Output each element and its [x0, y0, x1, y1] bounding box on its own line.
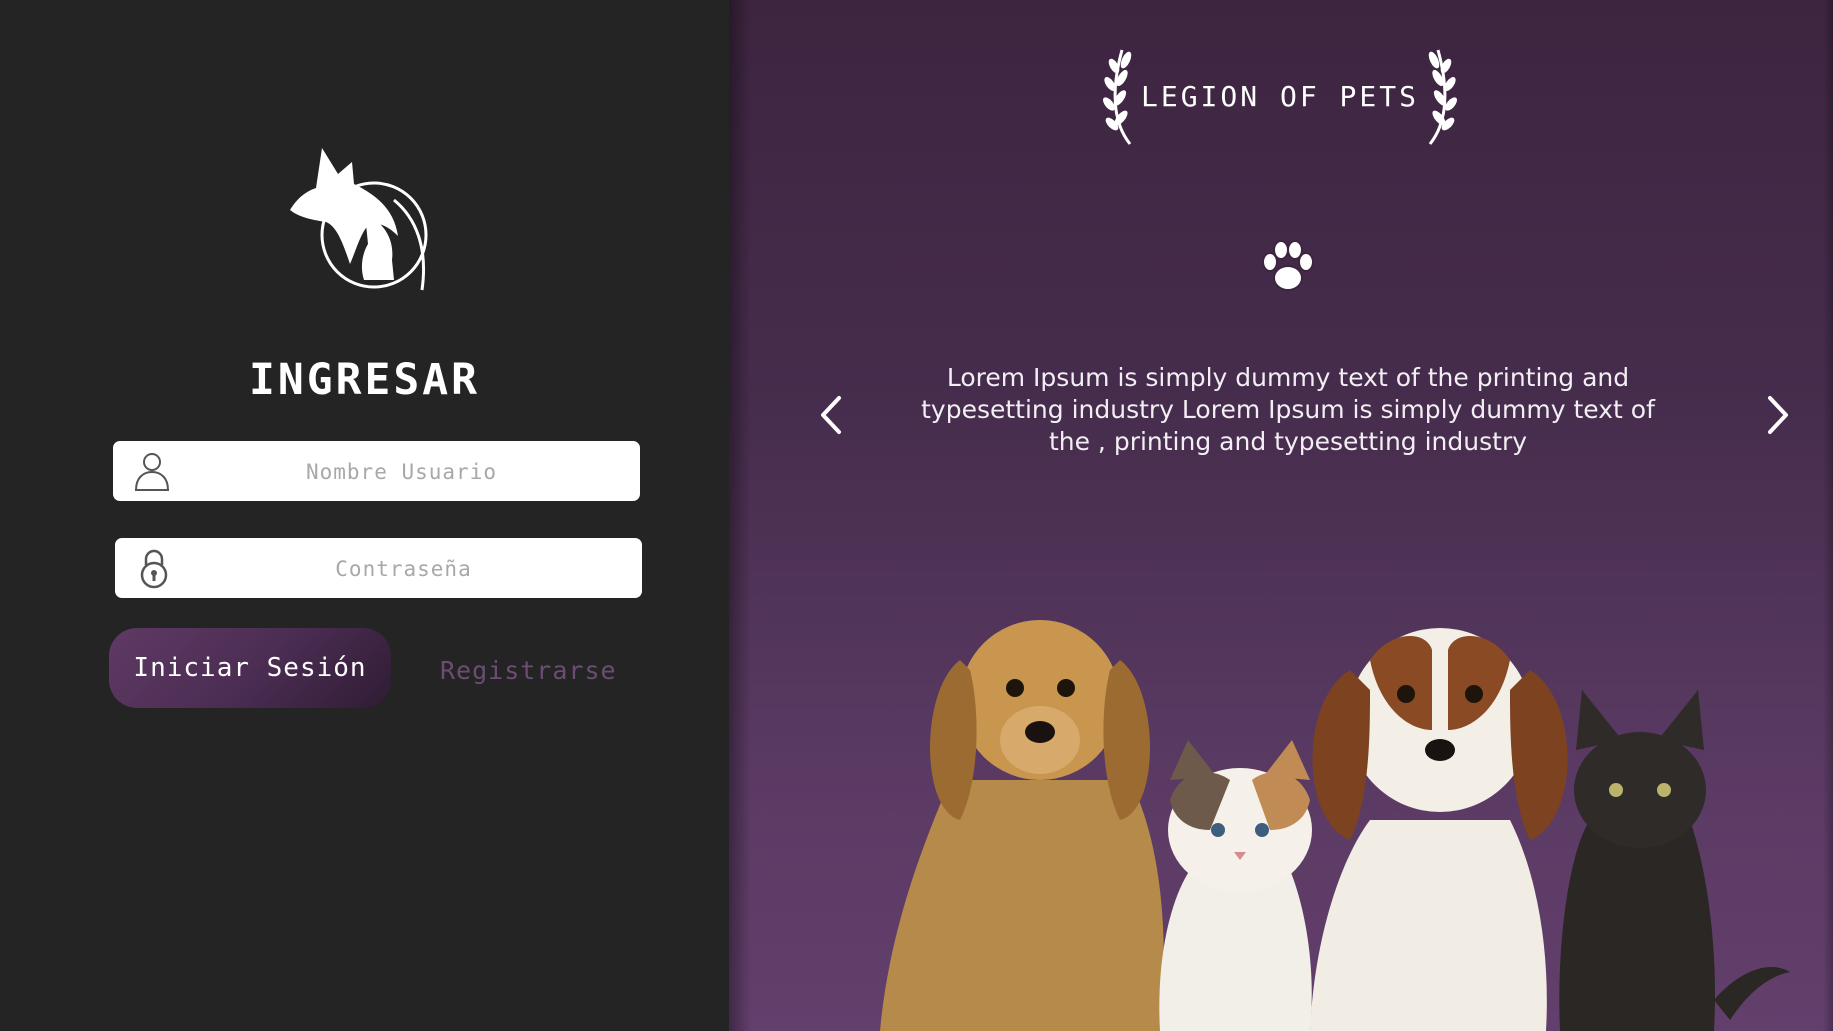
page-title: INGRESAR: [248, 355, 481, 405]
register-link[interactable]: Registrarse: [440, 656, 617, 685]
carousel-text: Lorem Ipsum is simply dummy text of the …: [921, 363, 1655, 456]
brand-header: LEGION OF PETS: [1100, 42, 1460, 150]
laurel-right-icon: [1428, 49, 1457, 145]
carousel-next-button[interactable]: [1762, 392, 1796, 438]
password-field[interactable]: [115, 538, 642, 600]
password-input[interactable]: [185, 538, 622, 600]
chevron-right-icon: [1768, 396, 1788, 434]
brand-name: LEGION OF PETS: [1140, 80, 1419, 113]
calico-kitten-image: [1159, 740, 1312, 1031]
username-input[interactable]: [183, 441, 620, 503]
user-icon: [134, 453, 170, 491]
login-panel: INGRESAR Iniciar Sesión Registrarse: [0, 0, 729, 1031]
carousel-prev-button[interactable]: [813, 392, 847, 438]
lock-icon: [140, 549, 168, 589]
login-button[interactable]: Iniciar Sesión: [109, 628, 391, 708]
paw-icon: [1262, 240, 1314, 291]
pets-logo-icon: [290, 148, 428, 291]
chevron-left-icon: [821, 396, 841, 434]
black-kitten-image: [1559, 690, 1790, 1031]
username-field[interactable]: [113, 441, 640, 503]
golden-puppy-image: [880, 620, 1164, 1031]
spaniel-dog-image: [1310, 628, 1568, 1031]
pets-photo: [880, 620, 1790, 1031]
